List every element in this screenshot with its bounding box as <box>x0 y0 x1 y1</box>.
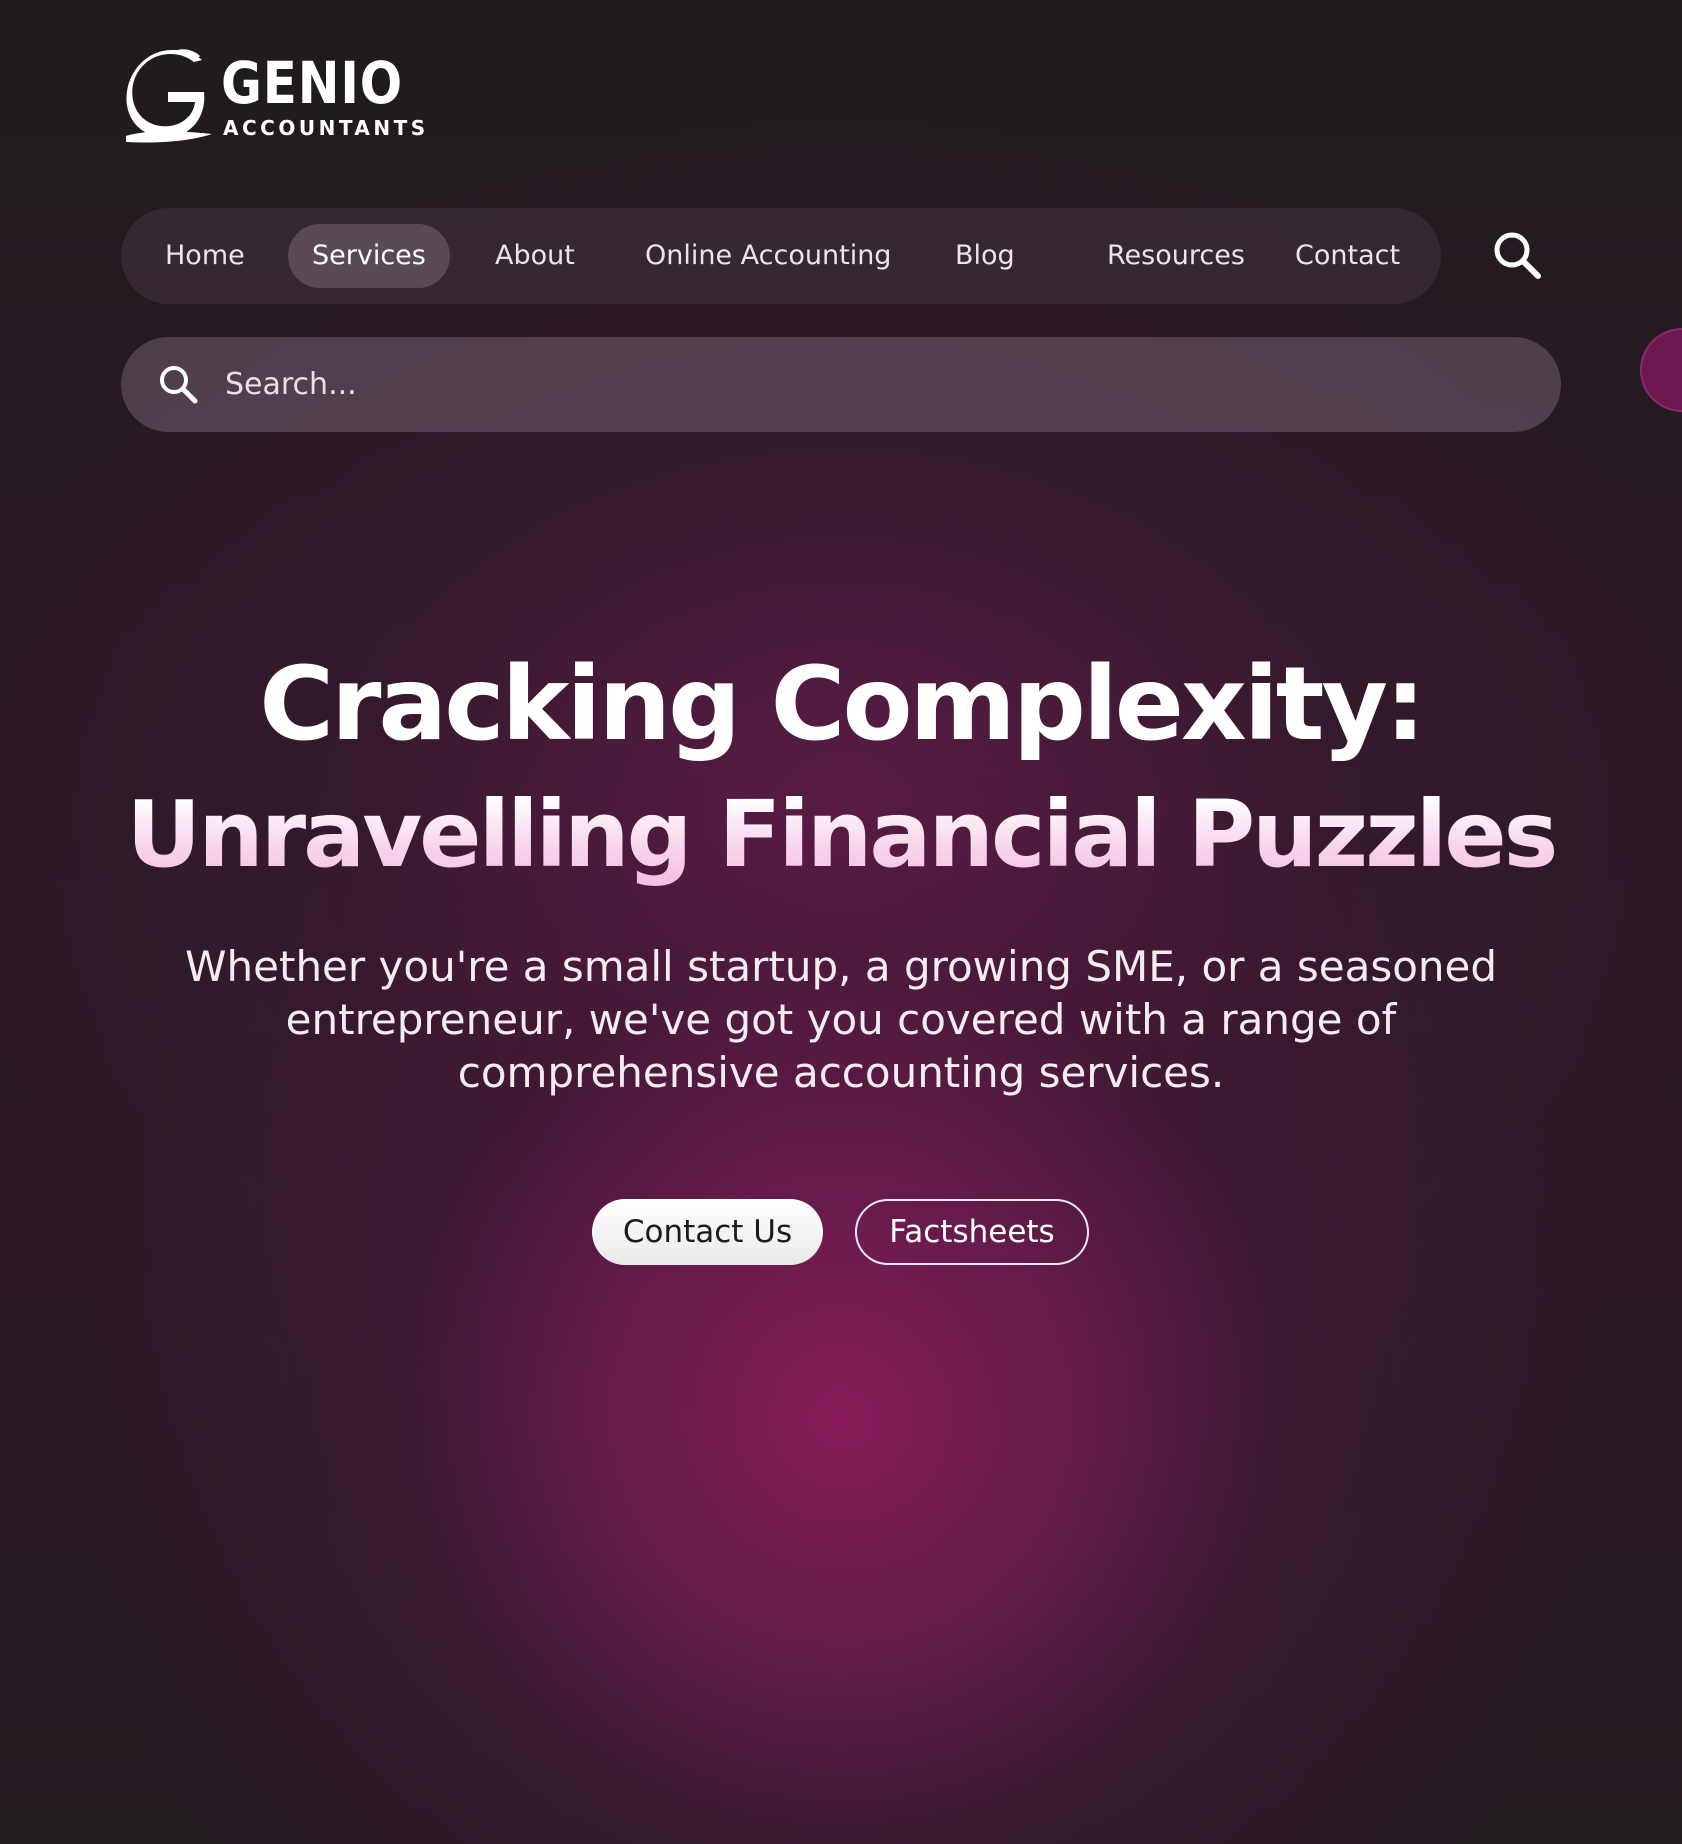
nav-item-home[interactable]: Home <box>141 224 269 288</box>
search-icon <box>1494 232 1541 279</box>
hero-description: Whether you're a small startup, a growin… <box>184 942 1498 1097</box>
page: GENIO ACCOUNTANTS Home Services About On… <box>0 0 1682 1844</box>
search-bar <box>121 337 1561 432</box>
hero-title: Cracking Complexity: <box>259 645 1426 764</box>
genio-g-logo-icon <box>126 49 212 143</box>
search-icon <box>160 366 198 404</box>
nav-item-about[interactable]: About <box>471 224 599 288</box>
nav-item-blog[interactable]: Blog <box>931 224 1039 288</box>
nav-item-contact[interactable]: Contact <box>1271 224 1424 288</box>
hero-subtitle: Unravelling Financial Puzzles <box>0 770 1682 900</box>
factsheets-button[interactable]: Factsheets <box>855 1199 1089 1265</box>
search-toggle-button[interactable] <box>1490 228 1546 284</box>
main-nav: Home Services About Online Accounting Bl… <box>121 208 1441 304</box>
brand-name: GENIO <box>221 49 404 117</box>
brand-logo[interactable]: GENIO ACCOUNTANTS <box>124 48 425 148</box>
nav-item-online-accounting[interactable]: Online Accounting <box>621 224 915 288</box>
brand-tagline: ACCOUNTANTS <box>223 116 429 140</box>
contact-us-button[interactable]: Contact Us <box>592 1199 823 1265</box>
search-input[interactable] <box>225 337 1525 432</box>
side-circle-button[interactable] <box>1640 328 1682 412</box>
nav-item-services[interactable]: Services <box>288 224 450 288</box>
nav-item-resources[interactable]: Resources <box>1083 224 1269 288</box>
hero-subtitle-text: Unravelling Financial Puzzles <box>126 781 1559 888</box>
